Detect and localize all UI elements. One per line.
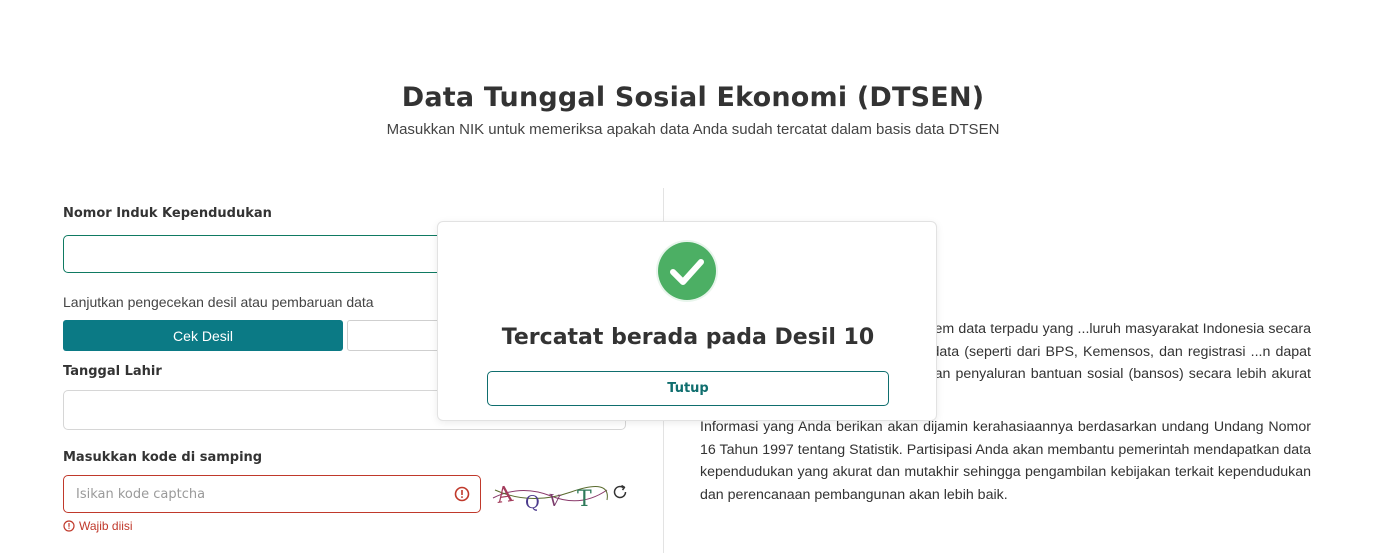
cek-desil-button[interactable]: Cek Desil bbox=[63, 320, 343, 351]
dob-label: Tanggal Lahir bbox=[63, 364, 162, 379]
check-form: Nomor Induk Kependudukan Lanjutkan penge… bbox=[63, 206, 628, 533]
captcha-label: Masukkan kode di samping bbox=[63, 450, 263, 465]
page-subtitle: Masukkan NIK untuk memeriksa apakah data… bbox=[386, 121, 1000, 138]
error-circle-icon bbox=[454, 486, 470, 502]
required-text: Wajib diisi bbox=[79, 519, 133, 533]
close-button[interactable]: Tutup bbox=[487, 371, 889, 406]
nik-label: Nomor Induk Kependudukan bbox=[63, 206, 272, 221]
page-title: Data Tunggal Sosial Ekonomi (DTSEN) bbox=[401, 82, 985, 113]
svg-text:V: V bbox=[547, 490, 562, 510]
check-circle-icon bbox=[656, 240, 718, 302]
captcha-placeholder: Isikan kode captcha bbox=[76, 486, 206, 502]
required-message: Wajib diisi bbox=[63, 519, 133, 533]
error-circle-icon bbox=[63, 520, 75, 532]
captcha-input[interactable]: Isikan kode captcha bbox=[63, 475, 481, 513]
result-modal: Tercatat berada pada Desil 10 Tutup bbox=[437, 221, 937, 421]
page-header: Data Tunggal Sosial Ekonomi (DTSEN) Masu… bbox=[0, 80, 1386, 138]
captcha-image: A Q V T bbox=[492, 482, 608, 512]
svg-text:T: T bbox=[577, 487, 592, 512]
refresh-icon[interactable] bbox=[611, 483, 629, 501]
svg-text:A: A bbox=[494, 482, 515, 509]
modal-title: Tercatat berada pada Desil 10 bbox=[501, 325, 875, 350]
svg-text:Q: Q bbox=[525, 492, 540, 512]
continue-text: Lanjutkan pengecekan desil atau pembarua… bbox=[63, 294, 374, 310]
info-paragraph: Informasi yang Anda berikan akan dijamin… bbox=[700, 419, 1311, 503]
